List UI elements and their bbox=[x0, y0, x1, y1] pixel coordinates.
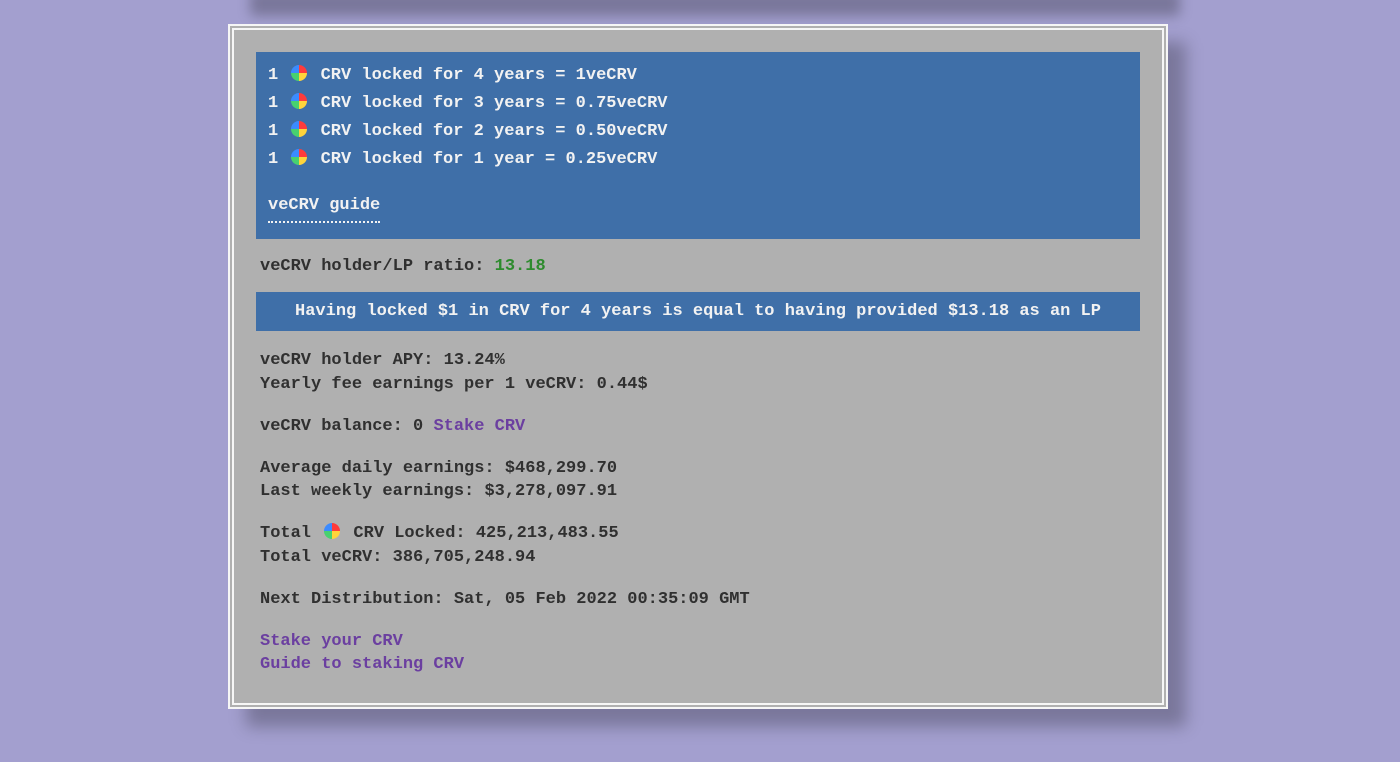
total-locked-label-pre: Total bbox=[260, 524, 321, 543]
lock-prefix: 1 bbox=[268, 94, 278, 113]
lock-rates-box: 1 CRV locked for 4 years = 1veCRV 1 CRV … bbox=[256, 52, 1140, 239]
crv-icon bbox=[291, 121, 307, 137]
lock-result: 0.50veCRV bbox=[576, 122, 668, 141]
lock-token: CRV bbox=[321, 94, 352, 113]
avg-daily-value: $468,299.70 bbox=[505, 459, 617, 478]
crv-icon bbox=[291, 149, 307, 165]
apy-value: 13.24% bbox=[444, 351, 505, 370]
vecrv-guide-link[interactable]: veCRV guide bbox=[268, 192, 380, 223]
ratio-line: veCRV holder/LP ratio: 13.18 bbox=[256, 239, 1140, 292]
stake-crv-link[interactable]: Stake CRV bbox=[433, 417, 525, 436]
total-locked-label-post: CRV Locked: bbox=[343, 524, 476, 543]
stake-your-crv-link[interactable]: Stake your CRV bbox=[260, 632, 403, 651]
total-locked-value: 425,213,483.55 bbox=[476, 524, 619, 543]
lock-rate-row: 1 CRV locked for 4 years = 1veCRV bbox=[268, 62, 1128, 90]
balance-value: 0 bbox=[413, 417, 423, 436]
lock-token: CRV bbox=[321, 66, 352, 85]
total-vecrv-label: Total veCRV: bbox=[260, 548, 393, 567]
next-dist-value: Sat, 05 Feb 2022 00:35:09 GMT bbox=[454, 590, 750, 609]
equivalence-bar: Having locked $1 in CRV for 4 years is e… bbox=[256, 292, 1140, 331]
ratio-value: 13.18 bbox=[495, 257, 546, 276]
lock-rate-row: 1 CRV locked for 2 years = 0.50veCRV bbox=[268, 118, 1128, 146]
last-weekly-value: $3,278,097.91 bbox=[484, 482, 617, 501]
lock-prefix: 1 bbox=[268, 66, 278, 85]
lock-rate-row: 1 CRV locked for 1 year = 0.25veCRV bbox=[268, 146, 1128, 174]
crv-icon bbox=[291, 93, 307, 109]
guide-staking-link[interactable]: Guide to staking CRV bbox=[260, 655, 464, 674]
balance-label: veCRV balance: bbox=[260, 417, 413, 436]
lock-token: CRV bbox=[321, 150, 352, 169]
yearly-fee-label: Yearly fee earnings per 1 veCRV: bbox=[260, 375, 597, 394]
lock-result: 0.75veCRV bbox=[576, 94, 668, 113]
lock-middle: locked for 4 years = bbox=[361, 66, 565, 85]
crv-icon bbox=[291, 65, 307, 81]
last-weekly-label: Last weekly earnings: bbox=[260, 482, 484, 501]
lock-middle: locked for 3 years = bbox=[361, 94, 565, 113]
lock-result: 0.25veCRV bbox=[565, 150, 657, 169]
lock-prefix: 1 bbox=[268, 150, 278, 169]
lock-middle: locked for 2 years = bbox=[361, 122, 565, 141]
lock-prefix: 1 bbox=[268, 122, 278, 141]
crv-icon bbox=[324, 523, 340, 539]
stats-block: veCRV holder APY: 13.24% Yearly fee earn… bbox=[256, 331, 1140, 681]
ratio-label: veCRV holder/LP ratio: bbox=[260, 257, 495, 276]
lock-middle: locked for 1 year = bbox=[361, 150, 555, 169]
vecrv-panel: 1 CRV locked for 4 years = 1veCRV 1 CRV … bbox=[228, 24, 1168, 709]
yearly-fee-value: 0.44$ bbox=[597, 375, 648, 394]
apy-label: veCRV holder APY: bbox=[260, 351, 444, 370]
next-dist-label: Next Distribution: bbox=[260, 590, 454, 609]
lock-rate-row: 1 CRV locked for 3 years = 0.75veCRV bbox=[268, 90, 1128, 118]
avg-daily-label: Average daily earnings: bbox=[260, 459, 505, 478]
total-vecrv-value: 386,705,248.94 bbox=[393, 548, 536, 567]
lock-token: CRV bbox=[321, 122, 352, 141]
lock-result: 1veCRV bbox=[576, 66, 637, 85]
